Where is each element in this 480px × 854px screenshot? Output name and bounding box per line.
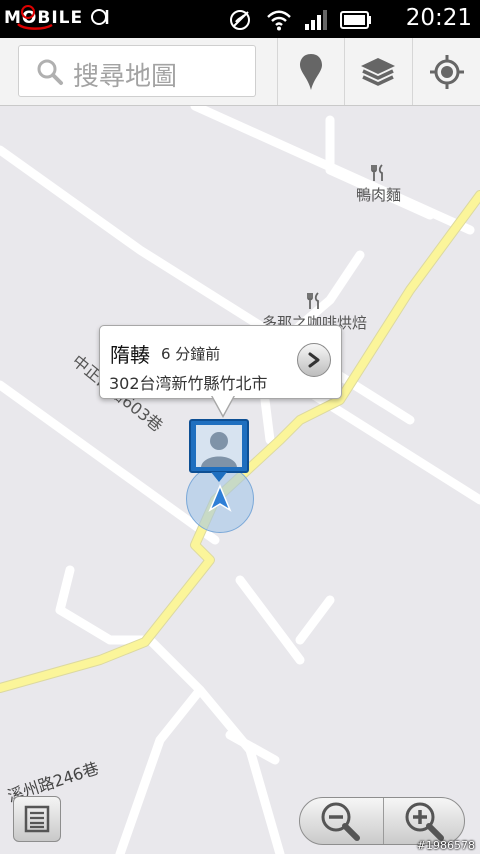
zoom-control <box>299 797 465 845</box>
layers-icon <box>361 57 395 86</box>
bubble-tail-fill <box>212 395 234 415</box>
status-bar: MOBILE 20:21 <box>0 0 480 38</box>
friend-name: 隋輳 <box>110 343 150 367</box>
status-clock: 20:21 <box>405 5 472 31</box>
svg-text:MOBILE: MOBILE <box>4 8 83 28</box>
person-avatar-icon <box>189 419 249 482</box>
zoom-out-button[interactable] <box>300 798 382 844</box>
search-placeholder: 搜尋地圖 <box>73 62 178 92</box>
chevron-right-icon <box>308 352 320 368</box>
zoom-in-button[interactable] <box>383 798 465 844</box>
friend-address: 302台湾新竹縣竹北市 <box>109 374 268 393</box>
list-icon <box>24 805 50 833</box>
details-button[interactable] <box>297 343 331 377</box>
battery-icon <box>340 11 371 29</box>
mobile01-logo-graphic: MOBILE <box>4 5 109 30</box>
signal-strength-icon <box>305 10 327 30</box>
status-icons <box>228 8 372 32</box>
search-box[interactable]: 搜尋地圖 <box>18 45 256 97</box>
navigation-arrow-icon <box>208 484 232 512</box>
vibrate-mode-icon <box>230 10 250 30</box>
image-watermark: #1986578 <box>416 839 475 852</box>
my-location-button[interactable] <box>412 38 480 105</box>
last-seen-time: 6 分鐘前 <box>161 345 221 363</box>
friend-info-bubble[interactable]: 隋輳 6 分鐘前 302台湾新竹縣竹北市 <box>99 325 342 418</box>
poi-label-duck-noodle: 鴨肉麵 <box>356 186 402 204</box>
search-icon <box>37 59 63 85</box>
wifi-icon <box>267 10 291 31</box>
friend-marker[interactable] <box>189 419 249 483</box>
places-pin-icon <box>300 53 322 90</box>
places-button[interactable] <box>277 38 344 105</box>
restaurant-icon <box>371 164 383 181</box>
my-location-icon <box>430 54 464 89</box>
zoom-in-icon <box>405 802 444 841</box>
list-menu-button[interactable] <box>13 796 61 842</box>
map-view[interactable]: 中正西路603巷 溪州路246巷 鴨肉麵 多那之咖啡烘焙 <box>0 106 480 854</box>
mobile01-logo: MOBILE <box>4 4 122 35</box>
restaurant-icon <box>307 292 319 309</box>
zoom-out-icon <box>321 802 360 841</box>
map-toolbar: 搜尋地圖 <box>0 38 480 106</box>
layers-button[interactable] <box>344 38 411 105</box>
